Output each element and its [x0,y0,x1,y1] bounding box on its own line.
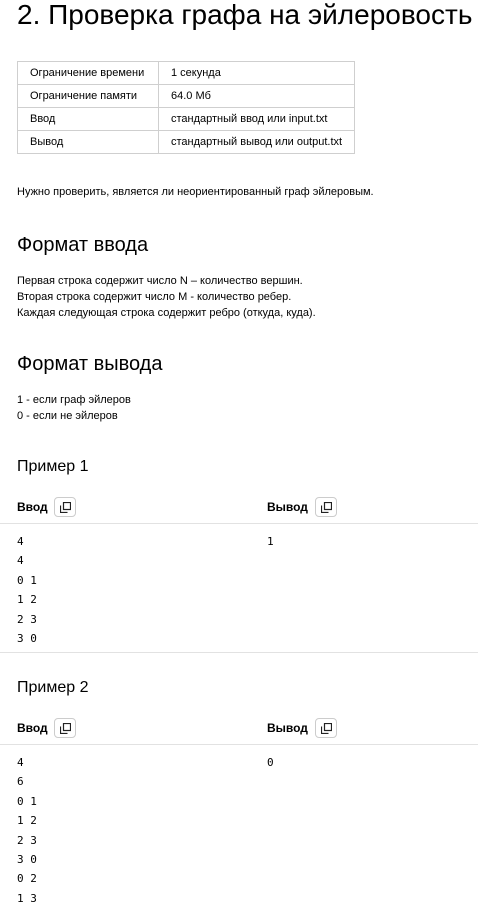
example-2-output[interactable]: 0 [267,753,274,772]
table-row: Ограничение памяти 64.0 Мб [17,84,355,108]
limit-key: Ввод [17,107,159,131]
table-row: Ввод стандартный ввод или input.txt [17,107,355,131]
divider [0,523,478,524]
limits-table: Ограничение времени 1 секунда Ограничени… [17,61,355,154]
example-1-input-label: Ввод [17,500,48,514]
limit-key: Ограничение времени [17,61,159,85]
input-format-line: Вторая строка содержит число M - количес… [17,291,292,303]
copy-icon [60,723,71,734]
copy-output-button[interactable] [315,718,337,738]
example-2-input[interactable]: 4 6 0 1 1 2 2 3 3 0 0 2 1 3 [17,753,37,908]
limit-key: Вывод [17,130,159,154]
limit-key: Ограничение памяти [17,84,159,108]
output-format-heading: Формат вывода [17,353,163,375]
limit-value: стандартный вывод или output.txt [158,130,355,154]
example-1-output[interactable]: 1 [267,532,274,551]
copy-icon [60,502,71,513]
copy-icon [321,502,332,513]
copy-output-button[interactable] [315,497,337,517]
example-1-heading: Пример 1 [17,458,89,475]
example-2-output-label: Вывод [267,721,308,735]
copy-icon [321,723,332,734]
divider [0,652,478,653]
table-row: Ограничение времени 1 секунда [17,61,355,85]
example-2-heading: Пример 2 [17,679,89,696]
divider [0,744,478,745]
input-format-line: Каждая следующая строка содержит ребро (… [17,307,316,319]
output-format-line: 1 - если граф эйлеров [17,394,131,406]
limit-value: 1 секунда [158,61,355,85]
example-1-input[interactable]: 4 4 0 1 1 2 2 3 3 0 [17,532,37,648]
table-row: Вывод стандартный вывод или output.txt [17,130,355,154]
limit-value: 64.0 Мб [158,84,355,108]
input-format-heading: Формат ввода [17,234,149,256]
example-1-output-label: Вывод [267,500,308,514]
limit-value: стандартный ввод или input.txt [158,107,355,131]
page-title: 2. Проверка графа на эйлеровость [17,0,473,30]
output-format-line: 0 - если не эйлеров [17,410,118,422]
copy-input-button[interactable] [54,497,76,517]
example-2-input-label: Ввод [17,721,48,735]
input-format-line: Первая строка содержит число N – количес… [17,275,303,287]
problem-statement: Нужно проверить, является ли неориентиро… [17,186,374,198]
copy-input-button[interactable] [54,718,76,738]
